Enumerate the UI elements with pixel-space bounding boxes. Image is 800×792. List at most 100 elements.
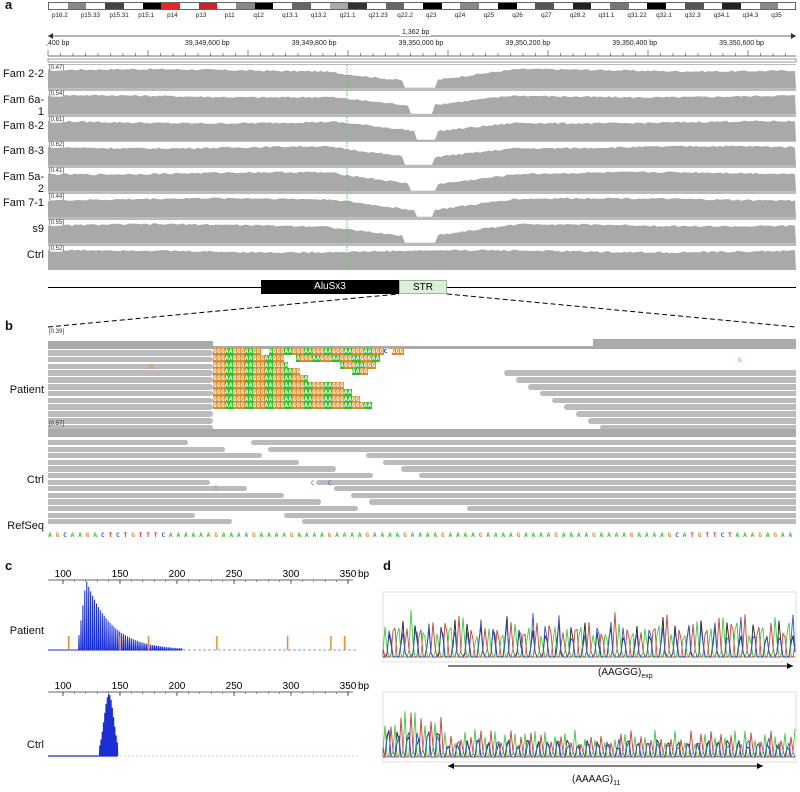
ref-base: T bbox=[153, 532, 158, 539]
ref-base: G bbox=[85, 532, 90, 539]
ref-base: A bbox=[644, 532, 649, 539]
read bbox=[301, 519, 796, 525]
ref-base: A bbox=[780, 532, 785, 539]
read bbox=[351, 492, 796, 498]
ref-base: A bbox=[508, 532, 513, 539]
normal-range-arrow-left bbox=[448, 763, 454, 769]
ref-base: A bbox=[614, 532, 619, 539]
ref-base: A bbox=[501, 532, 506, 539]
snp-mark: C bbox=[311, 480, 316, 487]
ref-base: A bbox=[357, 532, 362, 539]
ref-base: G bbox=[773, 532, 778, 539]
normal-label-text: (AAAAG) bbox=[572, 774, 614, 785]
axis-tick-label: 100 bbox=[55, 681, 72, 692]
base: G bbox=[340, 382, 344, 389]
base: A bbox=[268, 382, 273, 389]
ref-base: A bbox=[539, 532, 544, 539]
read bbox=[48, 466, 336, 472]
read bbox=[48, 519, 232, 525]
sanger-chromatograms bbox=[382, 591, 797, 769]
read bbox=[48, 356, 213, 363]
ref-base: A bbox=[433, 532, 438, 539]
patient-coverage bbox=[48, 339, 796, 349]
ref-base: A bbox=[569, 532, 574, 539]
normal-range-arrow-right bbox=[757, 763, 763, 769]
ref-base: T bbox=[690, 532, 695, 539]
ref-base: G bbox=[478, 532, 483, 539]
read bbox=[365, 453, 796, 459]
patient-scale: [0.39] bbox=[49, 329, 65, 335]
ref-base: A bbox=[471, 532, 476, 539]
base: A bbox=[264, 402, 269, 410]
base: G bbox=[399, 348, 404, 355]
ref-base: A bbox=[493, 532, 498, 539]
read bbox=[48, 506, 358, 512]
read bbox=[250, 440, 796, 446]
read bbox=[48, 453, 262, 459]
ref-base: A bbox=[320, 532, 325, 539]
ref-base: G bbox=[758, 532, 763, 539]
ref-base: G bbox=[131, 532, 136, 539]
ref-base: A bbox=[282, 532, 287, 539]
ref-base: A bbox=[486, 532, 491, 539]
read bbox=[368, 499, 796, 505]
axis-tick-label: 150 bbox=[112, 569, 129, 580]
read bbox=[48, 440, 188, 446]
base bbox=[388, 348, 392, 355]
ref-base: T bbox=[705, 532, 710, 539]
base: G bbox=[363, 368, 368, 376]
base: A bbox=[264, 388, 269, 396]
snp-mark: G bbox=[738, 356, 743, 364]
read bbox=[48, 418, 213, 424]
track-label: Fam 8-3 bbox=[3, 145, 44, 158]
base: G bbox=[272, 402, 277, 410]
ref-base: T bbox=[108, 532, 113, 539]
read bbox=[48, 446, 225, 452]
ref-base: A bbox=[456, 532, 461, 539]
ref-base: A bbox=[599, 532, 604, 539]
ref-base: T bbox=[146, 532, 151, 539]
ref-base: A bbox=[229, 532, 234, 539]
ref-base: A bbox=[312, 532, 317, 539]
base: G bbox=[272, 348, 277, 355]
ref-base: G bbox=[592, 532, 597, 539]
read bbox=[516, 377, 796, 383]
read bbox=[588, 418, 796, 424]
ref-base: A bbox=[335, 532, 340, 539]
ref-base: T bbox=[728, 532, 733, 539]
axis-tick-label: 300 bbox=[283, 569, 300, 580]
base: G bbox=[272, 382, 277, 389]
base: G bbox=[391, 348, 396, 355]
ref-base: G bbox=[289, 532, 294, 539]
read bbox=[48, 404, 213, 410]
axis-tick-label: 100 bbox=[55, 569, 72, 580]
axis-tick-label: 250 bbox=[226, 681, 243, 692]
ctrl-trace bbox=[48, 694, 119, 757]
base: G bbox=[395, 348, 400, 355]
ref-base: A bbox=[637, 532, 642, 539]
ref-base: A bbox=[682, 532, 687, 539]
coverage-left bbox=[48, 341, 213, 349]
axis-unit: bp bbox=[358, 681, 370, 692]
read bbox=[48, 473, 373, 479]
ref-base: A bbox=[199, 532, 204, 539]
ref-base: A bbox=[622, 532, 627, 539]
repeat-read: GGGAAGGGAAGGGAAGGGAAGGGAAGGGAAGGGAAGGGAA bbox=[213, 402, 372, 410]
ref-base: T bbox=[712, 532, 717, 539]
ref-base: A bbox=[342, 532, 347, 539]
read bbox=[48, 411, 213, 417]
base: A bbox=[268, 348, 273, 355]
ref-base: G bbox=[214, 532, 219, 539]
track-label: Fam 2-2 bbox=[3, 68, 44, 80]
read bbox=[333, 486, 796, 492]
ref-base: C bbox=[720, 532, 725, 539]
ref-base: G bbox=[403, 532, 408, 539]
snp-mark: G bbox=[150, 363, 155, 371]
read bbox=[48, 499, 321, 505]
ref-base: G bbox=[516, 532, 521, 539]
ref-base: G bbox=[252, 532, 257, 539]
read bbox=[268, 446, 796, 452]
read bbox=[48, 377, 213, 383]
axis-tick-label: 350 bbox=[340, 569, 357, 580]
ctrl-scale: [0.57] bbox=[49, 421, 65, 427]
